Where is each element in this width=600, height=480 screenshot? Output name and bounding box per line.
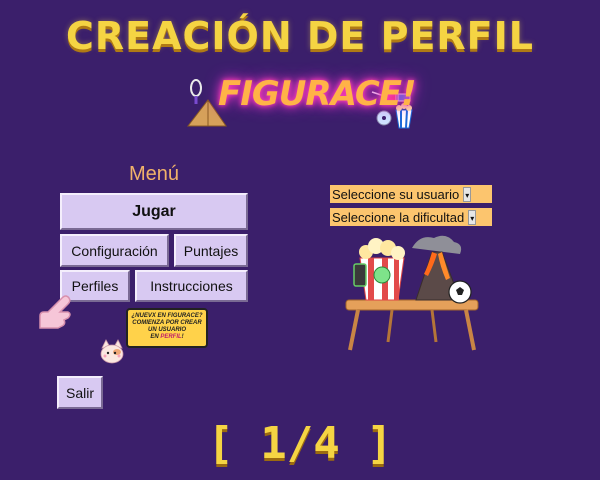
promo-line-2: COMIENZA POR CREAR [132,320,202,326]
settings-button[interactable]: Configuración [60,234,169,267]
promo-speech-bubble: ¿NUEVX EN FIGURACE? COMIENZA POR CREAR U… [126,308,208,348]
scores-button[interactable]: Puntajes [174,234,248,267]
cat-icon [100,339,124,364]
difficulty-select[interactable]: Seleccione la dificultad ▾ [330,208,492,226]
user-select-value: Seleccione su usuario [332,186,460,202]
chevron-down-icon[interactable]: ▾ [468,209,477,225]
user-select[interactable]: Seleccione su usuario ▾ [330,185,492,203]
table-icon [345,299,479,351]
popcorn-icon [353,238,405,301]
difficulty-select-value: Seleccione la dificultad [332,209,465,225]
chevron-down-icon[interactable]: ▾ [463,186,472,202]
exit-button[interactable]: Salir [57,376,103,409]
figurace-logo: FIGURACE! [184,70,420,130]
menu-label: Menú [128,163,180,185]
play-button[interactable]: Jugar [60,193,248,230]
pointing-hand-icon [39,295,71,329]
tennis-racket-icon [190,79,202,104]
instructions-button[interactable]: Instrucciones [135,270,248,302]
illustration-table [345,235,479,351]
promo-line-1: ¿NUEVX EN FIGURACE? [131,313,203,319]
page-counter: [ 1/4 ] [207,418,393,469]
soccer-ball-icon [448,280,472,304]
promo-line-3: UN USUARIO [147,327,186,333]
promo-line-4: EN PERFIL! [150,334,184,340]
logo-text: FIGURACE! [218,74,417,114]
page-title: CREACIÓN DE PERFIL [66,14,534,58]
